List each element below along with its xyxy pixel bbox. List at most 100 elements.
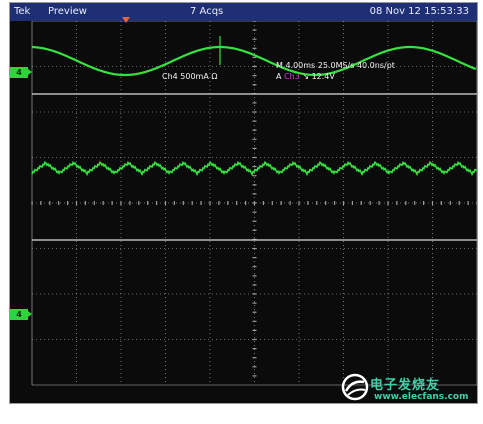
axis-tick [252,338,257,341]
axis-tick [227,201,229,205]
axis-tick [138,201,140,205]
axis-tick [252,302,257,304]
axis-tick [252,311,257,313]
axis-tick [102,201,104,205]
axis-tick [369,201,371,205]
axis-tick [252,247,257,250]
axis-tick [147,201,149,205]
axis-tick [252,38,257,40]
axis-tick [458,201,460,205]
axis-tick [173,201,175,205]
axis-tick [252,229,257,231]
axis-tick [476,201,477,205]
timebase-readout: M 4.00ms 25.0MS/s 40.0ns/pt [276,61,395,70]
waveform-display [31,20,477,386]
axis-tick [200,201,202,205]
axis-tick [325,201,327,205]
axis-tick [252,156,257,159]
axis-tick [252,75,257,77]
axis-tick [75,201,78,205]
trigger-readout: A Ch3 ↘ 12.4V [276,72,335,81]
axis-tick [31,201,33,205]
axis-tick [120,201,122,205]
axis-tick [252,284,257,286]
axis-tick [40,201,42,205]
mode-label: Preview [48,6,87,17]
axis-tick [252,348,257,350]
watermark-brand: 电子发烧友 [370,378,441,393]
axis-tick [252,375,257,377]
axis-tick [191,201,193,205]
axis-tick [414,201,416,205]
axis-tick [449,201,451,205]
axis-tick [262,201,264,205]
watermark-url: www.elecfans.com [374,392,469,402]
datetime-label: 08 Nov 12 15:53:33 [369,6,469,17]
axis-tick [252,320,257,322]
axis-tick [467,201,469,205]
axis-tick [351,201,353,205]
axis-tick [252,266,257,268]
trigger-prefix: A [276,72,282,81]
axis-tick [111,201,113,205]
axis-tick [218,201,220,205]
axis-tick [423,201,425,205]
axis-tick [271,201,273,205]
axis-tick [252,65,257,68]
axis-tick [58,201,60,205]
axis-tick [252,220,257,222]
axis-tick [236,201,238,205]
axis-tick [209,201,211,205]
watermark-emblem-icon [341,373,369,401]
axis-tick [280,201,282,205]
axis-tick [164,201,167,205]
axis-tick [252,84,257,86]
axis-tick [298,201,300,205]
axis-tick [252,175,257,177]
axis-tick [252,329,257,331]
axis-tick [252,184,257,186]
axis-tick [245,201,247,205]
axis-tick [289,201,291,205]
axis-tick [396,201,398,205]
channel-4-marker-top[interactable]: 4 [10,67,32,78]
axis-tick [342,201,345,205]
oscilloscope-frame: Tek Preview 7 Acqs 08 Nov 12 15:53:33 4 … [9,2,478,404]
axis-tick [307,201,309,205]
axis-tick [387,201,389,205]
axis-tick [129,201,131,205]
axis-tick [156,201,158,205]
axis-tick [252,166,257,168]
axis-tick [316,201,318,205]
axis-tick [252,202,257,204]
axis-tick [252,357,257,359]
axis-tick [431,201,434,205]
axis-tick [440,201,442,205]
axis-tick [252,147,257,149]
axis-tick [360,201,362,205]
acquisition-count: 7 Acqs [190,6,224,17]
axis-tick [84,201,86,205]
axis-tick [252,111,257,113]
trigger-position-icon [122,17,130,23]
axis-tick [252,275,257,277]
axis-tick [252,138,257,140]
trigger-channel: Ch3 [284,72,300,81]
status-bar: Tek Preview 7 Acqs 08 Nov 12 15:53:33 [10,3,477,21]
axis-tick [252,293,257,295]
trigger-slope-icon: ↘ [302,72,310,81]
axis-tick [93,201,95,205]
axis-tick [405,201,407,205]
axis-tick [252,366,257,368]
axis-tick [334,201,336,205]
trigger-level: 12.4V [311,72,335,81]
axis-tick [252,211,257,213]
brand-label: Tek [14,6,31,17]
channel-4-marker-bottom[interactable]: 4 [10,309,32,320]
axis-tick [49,201,51,205]
axis-tick [252,102,257,104]
axis-tick [252,257,257,259]
axis-tick [182,201,184,205]
axis-tick [67,201,69,205]
axis-tick [252,120,257,122]
